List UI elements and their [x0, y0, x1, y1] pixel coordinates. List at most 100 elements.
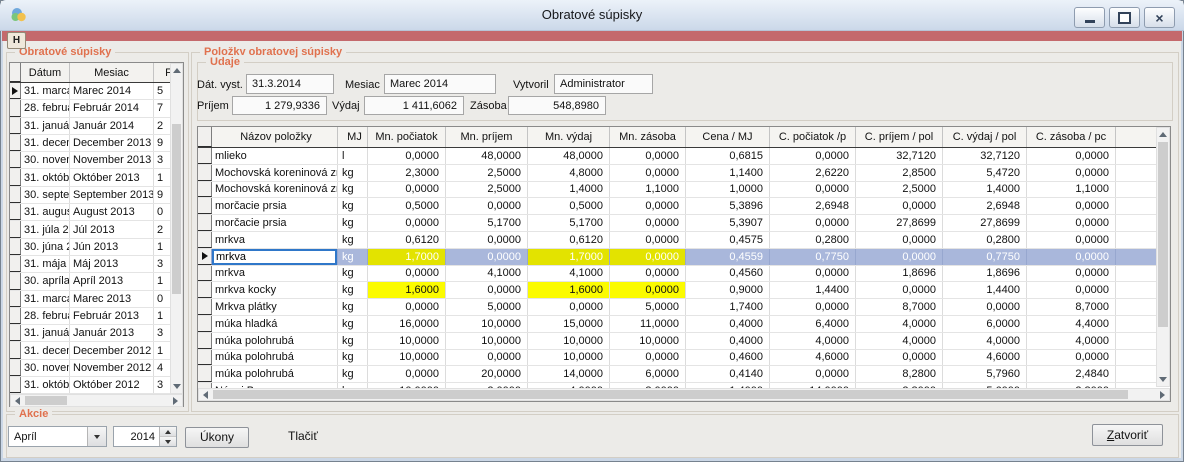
row-selector-cell[interactable] [198, 232, 212, 248]
value-cell[interactable]: 0,0000 [610, 165, 686, 181]
value-cell[interactable]: 0,4600 [686, 350, 770, 366]
item-name-cell[interactable]: morčacie prsia [212, 215, 338, 231]
row-selector-cell[interactable] [198, 215, 212, 231]
value-cell[interactable]: 2,5000 [446, 165, 528, 181]
value-cell[interactable]: 0,5000 [368, 198, 446, 214]
value-cell[interactable]: 4,1000 [528, 266, 610, 282]
scroll-right-arrow[interactable] [1156, 389, 1169, 400]
value-cell[interactable]: 2,6220 [770, 165, 856, 181]
item-name-cell[interactable]: múka polohrubá [212, 333, 338, 349]
left-horizontal-scrollbar[interactable] [10, 394, 183, 407]
value-cell[interactable]: 14,0000 [528, 366, 610, 382]
list-item[interactable]: 30. septembra 2013September 20139 [10, 187, 183, 204]
row-selector-cell[interactable] [198, 266, 212, 282]
unit-cell[interactable]: kg [338, 316, 368, 332]
value-cell[interactable]: 2,5000 [446, 182, 528, 198]
scroll-up-arrow[interactable] [1157, 128, 1169, 141]
value-cell[interactable]: 10,0000 [610, 333, 686, 349]
value-cell[interactable]: 8,7000 [856, 299, 943, 315]
value-cell[interactable]: 0,0000 [1027, 215, 1116, 231]
value-cell[interactable]: 2,6948 [943, 198, 1027, 214]
month-cell[interactable]: Október 2012 [70, 377, 154, 393]
value-cell[interactable]: 32,7120 [856, 148, 943, 164]
value-cell[interactable]: 0,0000 [770, 266, 856, 282]
value-cell[interactable]: 1,8696 [943, 266, 1027, 282]
date-cell[interactable]: 30. novembra 2013 [21, 152, 70, 168]
value-cell[interactable]: 15,0000 [528, 316, 610, 332]
value-cell[interactable]: 0,0000 [446, 350, 528, 366]
row-indicator-header[interactable] [10, 63, 21, 82]
zasoba-field[interactable]: 548,8980 [508, 96, 606, 115]
value-cell[interactable]: 1,0000 [686, 182, 770, 198]
scrollbar-thumb[interactable] [1158, 142, 1168, 327]
value-cell[interactable]: 0,5000 [528, 198, 610, 214]
spin-up-button[interactable] [160, 427, 176, 437]
table-row[interactable]: mliekol0,000048,000048,00000,00000,68150… [198, 148, 1170, 165]
item-name-cell[interactable]: mrkva [212, 266, 338, 282]
column-header[interactable]: Mn. výdaj [528, 127, 610, 147]
value-cell[interactable]: 0,6120 [368, 232, 446, 248]
column-header[interactable]: Mesiac [70, 63, 154, 82]
value-cell[interactable]: 0,2800 [770, 232, 856, 248]
table-row[interactable]: Mochovská koreninová zmeskg2,30002,50004… [198, 165, 1170, 182]
value-cell[interactable]: 0,0000 [446, 232, 528, 248]
ukony-button[interactable]: Úkony [185, 427, 249, 448]
date-cell[interactable]: 31. októbra 2012 [21, 377, 70, 393]
unit-cell[interactable]: kg [338, 165, 368, 181]
value-cell[interactable]: 10,0000 [528, 333, 610, 349]
date-cell[interactable]: 31. mája 2013 [21, 256, 70, 272]
row-selector-cell[interactable] [10, 308, 21, 324]
row-selector-cell[interactable] [198, 316, 212, 332]
value-cell[interactable]: 0,0000 [610, 266, 686, 282]
scrollbar-thumb[interactable] [213, 390, 1128, 399]
table-row[interactable]: mrkvakg0,00004,10004,10000,00000,45600,0… [198, 266, 1170, 283]
date-cell[interactable]: 31. augusta 2013 [21, 204, 70, 220]
item-name-cell[interactable]: mlieko [212, 148, 338, 164]
row-selector-cell[interactable] [10, 83, 21, 99]
value-cell[interactable]: 0,7750 [943, 249, 1027, 265]
value-cell[interactable]: 1,4400 [770, 282, 856, 298]
value-cell[interactable]: 0,4559 [686, 249, 770, 265]
dat-vyst-field[interactable]: 31.3.2014 [246, 74, 334, 94]
value-cell[interactable]: 27,8699 [943, 215, 1027, 231]
list-item[interactable]: 30. novembra 2013November 20133 [10, 152, 183, 169]
value-cell[interactable]: 10,0000 [528, 350, 610, 366]
minimize-button[interactable] [1074, 7, 1105, 28]
vydaj-field[interactable]: 1 411,6062 [364, 96, 464, 115]
date-cell[interactable]: 30. júna 2013 [21, 239, 70, 255]
value-cell[interactable]: 2,6948 [770, 198, 856, 214]
date-cell[interactable]: 31. októbra 2013 [21, 169, 70, 185]
table-row[interactable]: múka polohrubákg10,000010,000010,000010,… [198, 333, 1170, 350]
month-cell[interactable]: Október 2013 [70, 169, 154, 185]
unit-cell[interactable]: kg [338, 249, 368, 265]
list-item[interactable]: 31. mája 2013Máj 20133 [10, 256, 183, 273]
value-cell[interactable]: 1,4000 [943, 182, 1027, 198]
column-header[interactable]: Dátum [21, 63, 70, 82]
value-cell[interactable]: 10,0000 [446, 333, 528, 349]
value-cell[interactable]: 2,5000 [856, 182, 943, 198]
row-selector-cell[interactable] [10, 291, 21, 307]
table-row[interactable]: múka polohrubákg0,000020,000014,00006,00… [198, 366, 1170, 383]
row-selector-cell[interactable] [198, 148, 212, 164]
row-selector-cell[interactable] [10, 360, 21, 376]
value-cell[interactable]: 0,0000 [446, 198, 528, 214]
list-item[interactable]: 31. januára 2014Január 20142 [10, 118, 183, 135]
value-cell[interactable]: 0,4575 [686, 232, 770, 248]
value-cell[interactable]: 1,4400 [943, 282, 1027, 298]
value-cell[interactable]: 0,0000 [1027, 350, 1116, 366]
value-cell[interactable]: 0,0000 [943, 299, 1027, 315]
value-cell[interactable]: 1,7000 [528, 249, 610, 265]
value-cell[interactable]: 10,0000 [446, 316, 528, 332]
value-cell[interactable]: 0,0000 [610, 215, 686, 231]
value-cell[interactable]: 0,0000 [770, 299, 856, 315]
column-header[interactable]: Cena / MJ [686, 127, 770, 147]
table-row[interactable]: Mochovská koreninová zmeskg0,00002,50001… [198, 182, 1170, 199]
value-cell[interactable]: 0,0000 [368, 182, 446, 198]
date-cell[interactable]: 31. decembra 2012 [21, 342, 70, 358]
row-selector-cell[interactable] [198, 249, 212, 265]
value-cell[interactable]: 0,0000 [1027, 282, 1116, 298]
value-cell[interactable]: 0,0000 [770, 366, 856, 382]
value-cell[interactable]: 0,4560 [686, 266, 770, 282]
value-cell[interactable]: 4,1000 [446, 266, 528, 282]
value-cell[interactable]: 1,1000 [610, 182, 686, 198]
